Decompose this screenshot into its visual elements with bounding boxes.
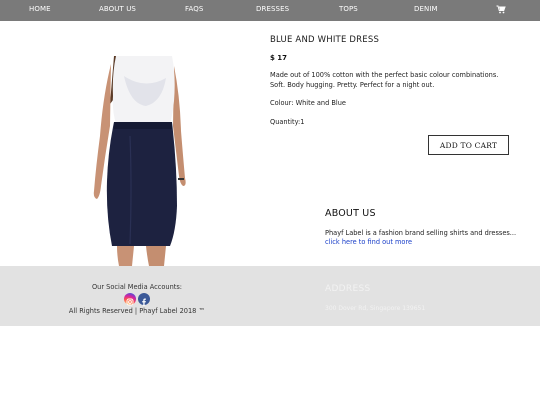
- product-description: Made out of 100% cotton with the perfect…: [270, 71, 499, 89]
- product-price: $ 17: [270, 54, 288, 62]
- instagram-icon[interactable]: [124, 293, 136, 306]
- about-heading: ABOUT US: [325, 208, 376, 219]
- shopping-cart-icon[interactable]: [496, 4, 506, 15]
- product-title: BLUE AND WHITE DRESS: [270, 35, 380, 45]
- nav-about-us[interactable]: ABOUT US: [99, 5, 136, 13]
- nav-denim[interactable]: DENIM: [414, 5, 438, 13]
- product-colour: Colour: White and Blue: [270, 99, 346, 107]
- about-more-link[interactable]: click here to find out more: [325, 238, 412, 246]
- nav-dresses[interactable]: DRESSES: [256, 5, 289, 13]
- address-heading: ADDRESS: [325, 284, 371, 294]
- top-navbar: HOME ABOUT US FAQS DRESSES TOPS DENIM: [0, 0, 540, 21]
- about-text: Phayf Label is a fashion brand selling s…: [325, 229, 517, 237]
- nav-faqs[interactable]: FAQS: [185, 5, 203, 13]
- nav-tops[interactable]: TOPS: [339, 5, 358, 13]
- social-label: Our Social Media Accounts:: [91, 283, 182, 291]
- product-photo: [93, 56, 186, 266]
- copyright-text: All Rights Reserved | Phayf Label 2018 ™: [68, 307, 206, 315]
- facebook-icon[interactable]: [138, 293, 150, 306]
- nav-home[interactable]: HOME: [29, 5, 51, 13]
- footer: [0, 266, 540, 326]
- add-to-cart-button[interactable]: ADD TO CART: [428, 135, 509, 155]
- product-quantity[interactable]: Quantity:1: [270, 118, 304, 126]
- address-text: 300 Dover Rd, Singapore 139651: [325, 305, 426, 312]
